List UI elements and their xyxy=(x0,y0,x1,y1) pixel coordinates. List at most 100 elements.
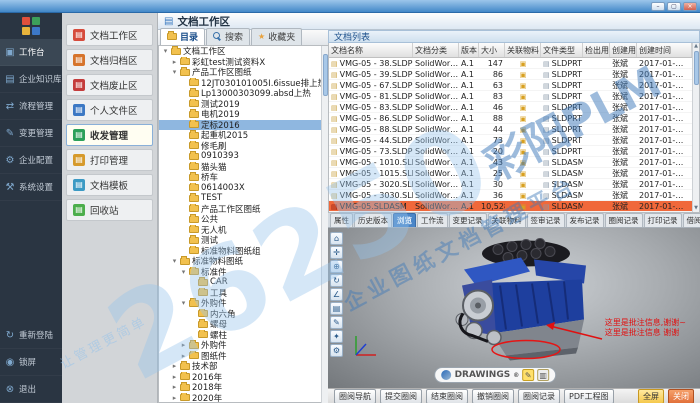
pan-icon[interactable]: ✛ xyxy=(330,246,343,259)
detail-tab-浏览[interactable]: 浏览 xyxy=(393,213,416,227)
save-view-button[interactable]: ▥ xyxy=(537,369,549,381)
table-row[interactable]: ▤VMG-05 - 1010.SLDASMSolidWor…A.143▣▤SLD… xyxy=(329,157,692,168)
detail-tab-历史版本[interactable]: 历史版本 xyxy=(354,213,392,227)
viewer-button-撤销圈阅[interactable]: 撤销圈阅 xyxy=(472,389,514,403)
table-scroll-thumb[interactable] xyxy=(694,51,699,85)
tree-item[interactable]: ▸图纸件 xyxy=(159,351,327,362)
column-header-文档名称[interactable]: 文档名称 xyxy=(329,43,413,57)
viewer-button-圈阅导航[interactable]: 圈阅导航 xyxy=(334,389,376,403)
tree-item[interactable]: 无人机 xyxy=(159,225,327,236)
detail-tab-发布记录[interactable]: 发布记录 xyxy=(566,213,604,227)
rotate-icon[interactable]: ↻ xyxy=(330,274,343,287)
tree-item[interactable]: 螺母 xyxy=(159,319,327,330)
detail-tab-变更记录[interactable]: 变更记录 xyxy=(449,213,487,227)
detail-tab-打印记录[interactable]: 打印记录 xyxy=(644,213,682,227)
table-row[interactable]: ▤VMG-05 - 44.SLDPRTSolidWor…A.173▣▤SLDPR… xyxy=(329,135,692,146)
detail-tab-借阅记录[interactable]: 借阅记录 xyxy=(683,213,700,227)
table-row[interactable]: ▤VMG-05 - 67.SLDPRTSolidWor…A.163▣▤SLDPR… xyxy=(329,80,692,91)
table-row[interactable]: ▤VMG-05 - 88.SLDPRTSolidWor…A.144▣▤SLDPR… xyxy=(329,124,692,135)
tree-item[interactable]: ▾产品工作区图纸 xyxy=(159,67,327,78)
tree-item[interactable]: 猫头猫 xyxy=(159,162,327,173)
table-row[interactable]: ▤VMG-05 - 81.SLDPRTSolidWor…A.183▣▤SLDPR… xyxy=(329,91,692,102)
tree-item[interactable]: ▸2016年 xyxy=(159,372,327,383)
explode-icon[interactable]: ✦ xyxy=(330,330,343,343)
viewer-3d-canvas[interactable]: ⌂✛⊕↻∠▤✎✦⚙ xyxy=(328,228,700,388)
column-header-文件类型[interactable]: 文件类型 xyxy=(541,43,583,57)
tree-item[interactable]: ▾标准物料图纸 xyxy=(159,256,327,267)
table-row[interactable]: ▤VMG-05 - 38.SLDPRTSolidWor…A.1147▣▤SLDP… xyxy=(329,58,692,69)
module-item-文档废止区[interactable]: ▤文档废止区 xyxy=(66,74,153,96)
detail-tab-属性[interactable]: 属性 xyxy=(330,213,353,227)
module-item-打印管理[interactable]: ▤打印管理 xyxy=(66,149,153,171)
nav-item-企业知识库[interactable]: ▤企业知识库 xyxy=(0,66,62,93)
tree-item[interactable]: 电机2019 xyxy=(159,109,327,120)
column-header-版本[interactable]: 版本 xyxy=(459,43,479,57)
pane-tab-收藏夹[interactable]: ★收藏夹 xyxy=(251,28,302,45)
nav-item-工作台[interactable]: ▣工作台 xyxy=(0,39,62,66)
minimize-button[interactable]: – xyxy=(651,2,665,11)
tree-item[interactable]: ▸外购件 xyxy=(159,340,327,351)
module-item-收发管理[interactable]: ▤收发管理 xyxy=(66,124,153,146)
tree-item[interactable]: ▾外购件 xyxy=(159,298,327,309)
detail-tab-工作流[interactable]: 工作流 xyxy=(417,213,448,227)
viewer-button-关闭[interactable]: 关闭 xyxy=(668,389,694,403)
tree-item[interactable]: 修毛刷 xyxy=(159,141,327,152)
tree-item[interactable]: 桥车 xyxy=(159,172,327,183)
fit-view-icon[interactable]: ⌂ xyxy=(330,232,343,245)
pane-tab-搜索[interactable]: 搜索 xyxy=(206,28,250,45)
measure-icon[interactable]: ∠ xyxy=(330,288,343,301)
tree-scrollbar[interactable] xyxy=(321,46,328,403)
tree-item[interactable]: 测试 xyxy=(159,235,327,246)
table-row[interactable]: ▤VMG-05 - 3020.SLDASMSolidWor…A.130▣▤SLD… xyxy=(329,179,692,190)
tree-item[interactable]: 工具 xyxy=(159,288,327,299)
table-row[interactable]: ▤VMG-05 - 86.SLDPRTSolidWor…A.188▣▤SLDPR… xyxy=(329,113,692,124)
nav-item-退出[interactable]: ⊗退出 xyxy=(0,376,62,403)
tree-item[interactable]: ▾标准件 xyxy=(159,267,327,278)
table-row[interactable]: ▤VMG-05 - 3030.SLDASMSolidWor…A.136▣▤SLD… xyxy=(329,190,692,201)
detail-tab-签审记录[interactable]: 签审记录 xyxy=(527,213,565,227)
column-header-创建用户[interactable]: 创建用户 xyxy=(610,43,637,57)
tree-item[interactable]: TEST xyxy=(159,193,327,204)
table-row[interactable]: ▤VMG-05 - 83.SLDPRTSolidWor…A.146▣▤SLDPR… xyxy=(329,102,692,113)
table-row[interactable]: ▤VMG-05.SLDASMSolidWor…A.110,528▣▤SLDASM… xyxy=(329,201,692,212)
column-header-大小[interactable]: 大小 xyxy=(479,43,505,57)
module-item-文档归档区[interactable]: ▤文档归档区 xyxy=(66,49,153,71)
tree-item[interactable]: 起重机2015 xyxy=(159,130,327,141)
tree-item[interactable]: 0910393 xyxy=(159,151,327,162)
tree-item[interactable]: 螺柱 xyxy=(159,330,327,341)
nav-item-锁屏[interactable]: ◉锁屏 xyxy=(0,349,62,376)
nav-item-流程管理[interactable]: ⇄流程管理 xyxy=(0,93,62,120)
viewer-button-PDF工程图[interactable]: PDF工程图 xyxy=(564,389,614,403)
nav-item-重新登陆[interactable]: ↻重新登陆 xyxy=(0,322,62,349)
scroll-down-icon[interactable]: ▼ xyxy=(694,205,698,212)
tree-item[interactable]: 产品工作区图纸 xyxy=(159,204,327,215)
table-row[interactable]: ▤VMG-05 - 73.SLDPRTSolidWor…A.120▣▤SLDPR… xyxy=(329,146,692,157)
viewer-settings-icon[interactable]: ⚙ xyxy=(330,344,343,357)
tree-item[interactable]: ▸技术部 xyxy=(159,361,327,372)
tree-item[interactable]: ▸彩虹test测试资料X xyxy=(159,57,327,68)
module-item-回收站[interactable]: ▤回收站 xyxy=(66,199,153,221)
nav-item-系统设置[interactable]: ⚒系统设置 xyxy=(0,174,62,201)
tree-item[interactable]: ▸2018年 xyxy=(159,382,327,393)
section-icon[interactable]: ▤ xyxy=(330,302,343,315)
column-header-创建时间[interactable]: 创建时间 xyxy=(637,43,692,57)
module-item-文档工作区[interactable]: ▤文档工作区 xyxy=(66,24,153,46)
tree-item[interactable]: 公共 xyxy=(159,214,327,225)
tree-item[interactable]: 12JT030101005Ⅰ.6issue排上热 xyxy=(159,78,327,89)
tree-item[interactable]: ▸2020年 xyxy=(159,393,327,403)
detail-tab-关联物料[interactable]: 关联物料 xyxy=(488,213,526,227)
column-header-检出用户[interactable]: 检出用户 xyxy=(583,43,610,57)
table-row[interactable]: ▤VMG-05 - 1015.SLDASMSolidWor…A.125▣▤SLD… xyxy=(329,168,692,179)
markup-icon[interactable]: ✎ xyxy=(330,316,343,329)
column-header-文档分类[interactable]: 文档分类 xyxy=(413,43,459,57)
module-item-个人文件区[interactable]: ▤个人文件区 xyxy=(66,99,153,121)
pane-tab-目录[interactable]: 目录 xyxy=(160,28,205,45)
viewer-button-提交圈阅[interactable]: 提交圈阅 xyxy=(380,389,422,403)
table-row[interactable]: ▤VMG-05 - 39.SLDPRTSolidWor…A.186▣▤SLDPR… xyxy=(329,69,692,80)
tree-item[interactable]: 0614003X xyxy=(159,183,327,194)
tree-item[interactable]: 标准物料图纸组 xyxy=(159,246,327,257)
maximize-button[interactable]: ▢ xyxy=(667,2,681,11)
zoom-icon[interactable]: ⊕ xyxy=(330,260,343,273)
viewer-button-结束圈阅[interactable]: 结束圈阅 xyxy=(426,389,468,403)
tree-item[interactable]: Lp13000303099.absd上热 xyxy=(159,88,327,99)
